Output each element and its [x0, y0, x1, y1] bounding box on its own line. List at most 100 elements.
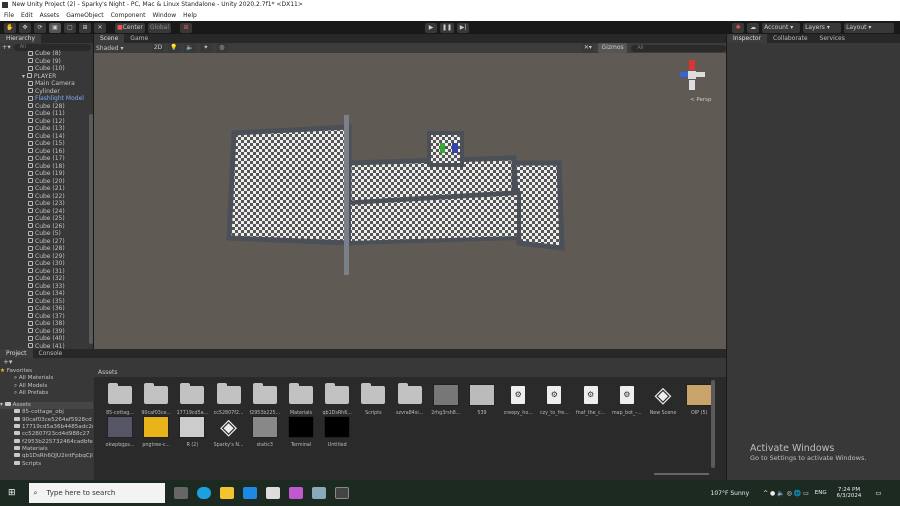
- menu-component[interactable]: Component: [111, 10, 146, 21]
- asset-item[interactable]: ◈ Sparky's N...: [211, 414, 247, 449]
- hierarchy-item[interactable]: Cube (31): [0, 268, 88, 276]
- play-button[interactable]: ▶: [425, 22, 438, 33]
- favorite-item[interactable]: ⌕ All Prefabs: [0, 390, 93, 397]
- custom-tool-button[interactable]: ✕: [94, 22, 106, 33]
- shading-dropdown[interactable]: Shaded ▾: [96, 45, 148, 52]
- orientation-gizmo[interactable]: [672, 56, 712, 96]
- hierarchy-item[interactable]: Cube (37): [0, 313, 88, 321]
- hierarchy-item[interactable]: Cube (12): [0, 118, 88, 126]
- hierarchy-item[interactable]: Cube (33): [0, 283, 88, 291]
- hierarchy-scrollbar[interactable]: [89, 114, 93, 344]
- rotate-tool-button[interactable]: ⟳: [34, 22, 46, 33]
- gizmo-center[interactable]: [688, 71, 696, 79]
- hierarchy-item[interactable]: Cube (34): [0, 290, 88, 298]
- network-app-icon[interactable]: [311, 487, 326, 499]
- asset-item[interactable]: qb1DsRh6...: [319, 382, 355, 416]
- pause-button[interactable]: ❚❚: [440, 22, 455, 33]
- hierarchy-item[interactable]: Cube (28): [0, 103, 88, 111]
- hierarchy-item[interactable]: Cube (28): [0, 245, 88, 253]
- hierarchy-item[interactable]: Cube (16): [0, 148, 88, 156]
- hierarchy-item[interactable]: Flashlight Model: [0, 95, 88, 103]
- gizmos-dropdown[interactable]: Gizmos ▾: [597, 43, 628, 61]
- folder-item[interactable]: 85-cottage_obj: [0, 409, 93, 416]
- asset-item[interactable]: Terminal: [283, 414, 319, 448]
- folder-item[interactable]: Scripts: [0, 460, 93, 468]
- hand-tool-button[interactable]: ✋: [4, 22, 16, 33]
- notification-icon[interactable]: ▭: [875, 489, 881, 497]
- scene-search[interactable]: All: [631, 44, 726, 52]
- scale-tool-button[interactable]: ▣: [49, 22, 61, 33]
- edge-icon[interactable]: [196, 487, 211, 499]
- asset-item[interactable]: szvra84si...: [392, 382, 428, 416]
- asset-item[interactable]: f2953b225...: [247, 382, 283, 416]
- asset-item[interactable]: ⚙ creepy_ho...: [500, 382, 536, 416]
- hierarchy-item[interactable]: Cube (10): [0, 65, 88, 73]
- y-axis-cone[interactable]: [689, 60, 695, 70]
- hierarchy-item[interactable]: Cube (9): [0, 58, 88, 66]
- layout-dropdown[interactable]: Layout ▾: [844, 22, 895, 33]
- hierarchy-item[interactable]: Cube (40): [0, 335, 88, 343]
- hidden-toggle[interactable]: ◎: [215, 43, 228, 53]
- hierarchy-item[interactable]: Cube (32): [0, 275, 88, 283]
- hierarchy-item[interactable]: Cube (27): [0, 238, 88, 246]
- menu-gameobject[interactable]: GameObject: [66, 10, 103, 21]
- account-dropdown[interactable]: Account ▾: [762, 22, 801, 33]
- hierarchy-item[interactable]: Cube (22): [0, 193, 88, 201]
- asset-item[interactable]: 17719cd5a...: [174, 382, 210, 416]
- cloud-icon[interactable]: ☁: [747, 22, 760, 33]
- clock[interactable]: 7:24 PM 6/3/2024: [837, 487, 862, 499]
- step-button[interactable]: ▶|: [457, 22, 470, 33]
- menu-help[interactable]: Help: [183, 10, 197, 21]
- hierarchy-item[interactable]: Cube (30): [0, 260, 88, 268]
- transform-tool-button[interactable]: ⊞: [79, 22, 91, 33]
- favorites-header[interactable]: ★ Favorites: [0, 368, 93, 375]
- asset-item[interactable]: ⚙ fnaf_the_c...: [573, 382, 609, 416]
- snap-button[interactable]: ⊞: [180, 22, 193, 33]
- favorite-item[interactable]: ⌕ All Models: [0, 383, 93, 390]
- asset-item[interactable]: okwpbgps...: [102, 414, 138, 448]
- menu-file[interactable]: File: [4, 10, 14, 21]
- space-toggle[interactable]: Global: [147, 22, 172, 33]
- hierarchy-item[interactable]: Cube (35): [0, 298, 88, 306]
- assets-root[interactable]: ▾ Assets: [0, 402, 93, 410]
- folder-item[interactable]: f2953b225732464cadbfe: [0, 438, 93, 446]
- collab-icon[interactable]: ✱: [732, 22, 745, 33]
- folder-item[interactable]: cc52807f23cd4d988c27: [0, 431, 93, 438]
- file-explorer-icon[interactable]: [219, 487, 234, 499]
- hierarchy-item[interactable]: Cube (18): [0, 163, 88, 171]
- asset-item[interactable]: cc52807f2...: [211, 382, 247, 416]
- assets-scrollbar[interactable]: [711, 380, 715, 468]
- hierarchy-item[interactable]: Cube (8): [0, 50, 88, 58]
- hierarchy-item[interactable]: Cube (13): [0, 125, 88, 133]
- folder-item[interactable]: 90caf03ce5264af5928cd: [0, 416, 93, 424]
- folder-item[interactable]: Materials: [0, 445, 93, 453]
- asset-item[interactable]: Scripts: [355, 382, 391, 416]
- hierarchy-item[interactable]: Cube (39): [0, 328, 88, 336]
- folder-item[interactable]: qb1DsRh6QJU2intFpbqCjl: [0, 453, 93, 460]
- projection-label[interactable]: < Persp: [690, 97, 711, 103]
- tools-dropdown[interactable]: ✕▾: [581, 43, 594, 53]
- neg-y-cone[interactable]: [689, 80, 695, 90]
- hierarchy-item[interactable]: Cube (26): [0, 223, 88, 231]
- tab-game[interactable]: Game: [124, 34, 154, 43]
- language-indicator[interactable]: ENG: [815, 490, 827, 496]
- tab-collaborate[interactable]: Collaborate: [767, 34, 814, 43]
- layers-dropdown[interactable]: Layers ▾: [803, 22, 842, 33]
- paint-icon[interactable]: [288, 487, 303, 499]
- x-axis-cone[interactable]: [696, 72, 705, 77]
- task-view-icon[interactable]: [173, 487, 188, 499]
- asset-item[interactable]: Untitled: [319, 414, 355, 448]
- lighting-toggle[interactable]: 💡: [167, 43, 180, 53]
- asset-item[interactable]: 90caf03ce...: [138, 382, 174, 416]
- asset-item[interactable]: R (2): [174, 414, 210, 448]
- menu-window[interactable]: Window: [152, 10, 176, 21]
- tab-services[interactable]: Services: [814, 34, 851, 43]
- effects-toggle[interactable]: ✦: [199, 43, 212, 53]
- create-button[interactable]: +▾: [0, 358, 726, 368]
- tray-icons[interactable]: ^ ● 🔈 ◎ 🌐 ▭: [763, 490, 809, 497]
- tab-project[interactable]: Project: [0, 349, 33, 358]
- asset-item[interactable]: 85-cottag...: [102, 382, 138, 416]
- tab-hierarchy[interactable]: Hierarchy: [0, 34, 42, 43]
- tab-console[interactable]: Console: [33, 349, 69, 358]
- asset-item[interactable]: 2rhg3rsh8...: [428, 382, 464, 416]
